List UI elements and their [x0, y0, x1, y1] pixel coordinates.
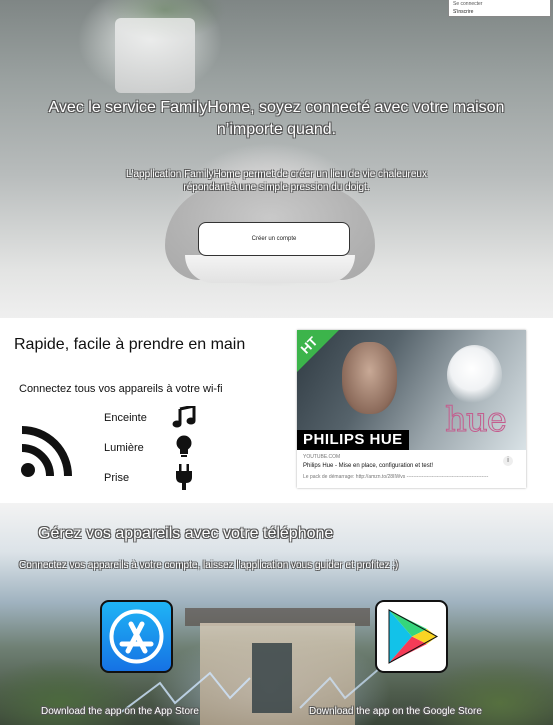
app-store-link[interactable]: Download the app on the App Store	[41, 706, 199, 717]
auth-dropdown: Se connecter S'inscrire	[448, 0, 551, 17]
bulb-image	[447, 345, 502, 405]
video-brand: PHILIPS HUE	[297, 430, 409, 450]
video-title[interactable]: Philips Hue - Mise en place, configurati…	[303, 463, 433, 469]
video-source: YOUTUBE.COM	[303, 454, 341, 460]
background-pot	[115, 18, 195, 93]
google-store-link[interactable]: Download the app on the Google Store	[309, 706, 482, 717]
wifi-icon	[21, 426, 72, 477]
power-plug-icon	[176, 464, 192, 490]
lightbulb-icon	[176, 435, 192, 457]
smart-speaker-base	[185, 255, 355, 283]
apps-subtitle: Connectez vos appareils à votre compte, …	[19, 560, 399, 571]
device-label-speaker: Enceinte	[104, 412, 147, 424]
hero-title: Avec le service FamilyHome, soyez connec…	[48, 99, 505, 138]
info-icon[interactable]: i	[503, 456, 513, 466]
features-title: Rapide, facile à prendre en main	[14, 336, 246, 353]
signup-link[interactable]: S'inscrire	[449, 8, 550, 16]
create-account-button[interactable]: Créer un compte	[198, 222, 350, 256]
presenter-image	[342, 342, 397, 414]
app-store-icon[interactable]	[100, 600, 173, 673]
video-description: Le pack de démarrage: http://amzn.to/28I…	[303, 474, 489, 480]
features-section: Rapide, facile à prendre en main Connect…	[0, 318, 553, 503]
google-play-icon[interactable]	[375, 600, 448, 673]
ht-badge: HT	[297, 330, 339, 372]
apps-title: Gérez vos appareils avec votre téléphone	[38, 525, 334, 542]
music-note-icon	[172, 406, 196, 428]
apps-section: Gérez vos appareils avec votre téléphone…	[0, 503, 553, 725]
hero-text: L'application FamilyHome permet de créer…	[126, 169, 427, 193]
video-embed[interactable]: HT hue PHILIPS HUE YOUTUBE.COM Philips H…	[297, 330, 526, 488]
video-thumbnail[interactable]: HT hue PHILIPS HUE	[297, 330, 526, 450]
hero-section: Avec le service FamilyHome, soyez connec…	[0, 0, 553, 318]
device-label-plug: Prise	[104, 472, 130, 484]
login-link[interactable]: Se connecter	[449, 0, 550, 8]
device-label-light: Lumière	[104, 442, 144, 454]
app-store-glyph-icon	[109, 609, 164, 664]
google-play-glyph-icon	[388, 609, 439, 664]
hue-logo: hue	[445, 400, 508, 441]
features-subtitle: Connectez tous vos appareils à votre wi-…	[19, 383, 223, 395]
